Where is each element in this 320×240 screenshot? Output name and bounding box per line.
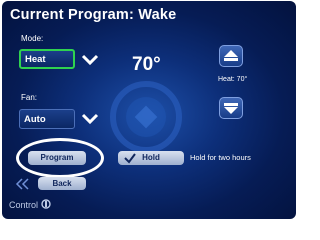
back-arrows-icon	[15, 178, 29, 190]
control4-logo: Control	[9, 199, 51, 210]
chevron-down-icon[interactable]	[80, 109, 100, 129]
hold-button[interactable]: Hold	[118, 151, 184, 165]
temp-up-button[interactable]	[219, 45, 243, 67]
page-title: Current Program: Wake	[10, 7, 177, 23]
mode-label: Mode:	[21, 34, 44, 43]
chevron-down-icon[interactable]	[80, 50, 100, 70]
current-temperature: 70°	[132, 54, 161, 75]
program-button[interactable]: Program	[28, 151, 86, 165]
logo-text: Control	[9, 200, 39, 210]
back-button[interactable]: Back	[38, 177, 86, 190]
control4-watermark-icon	[110, 81, 182, 153]
fan-label: Fan:	[21, 93, 38, 102]
checkmark-icon	[124, 153, 136, 164]
mode-dropdown[interactable]: Heat	[19, 49, 75, 69]
arrow-up-icon	[224, 50, 238, 61]
control4-logo-icon	[40, 199, 51, 209]
temp-down-button[interactable]	[219, 97, 243, 119]
arrow-down-icon	[224, 103, 238, 114]
thermostat-screen: Current Program: Wake Mode: Heat Fan: Au…	[2, 1, 296, 219]
fan-dropdown[interactable]: Auto	[19, 109, 75, 129]
hold-info-text: Hold for two hours	[190, 153, 251, 162]
heat-setpoint-label: Heat: 70°	[218, 76, 248, 83]
hold-button-label: Hold	[142, 153, 160, 162]
